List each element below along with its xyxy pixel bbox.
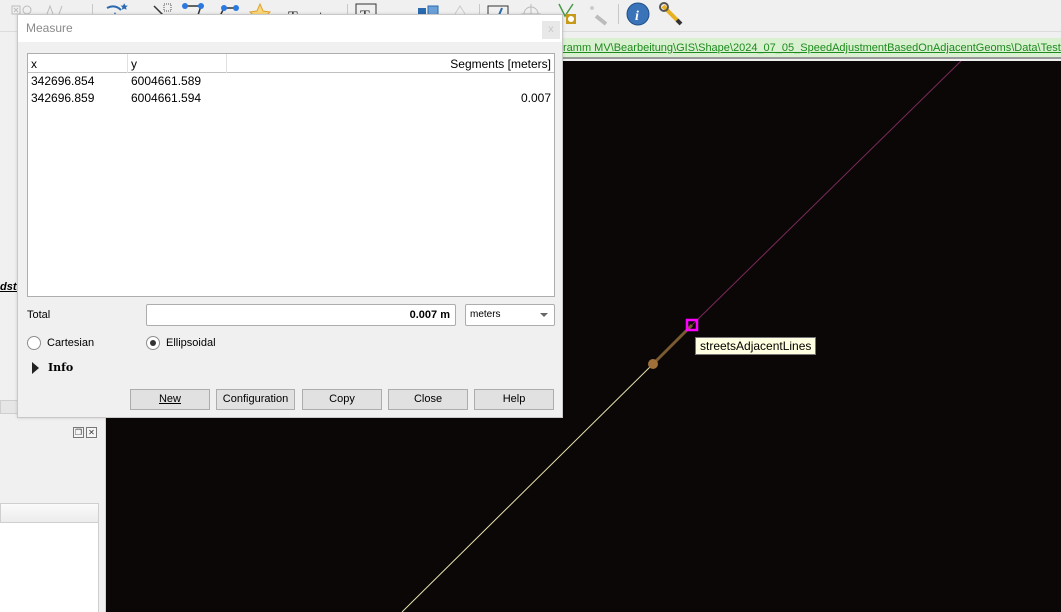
chevron-down-icon	[540, 313, 548, 317]
new-button[interactable]: New	[130, 389, 210, 410]
cartesian-radio[interactable]	[27, 336, 41, 350]
table-row[interactable]: 342696.854 6004661.589	[28, 73, 554, 90]
help-button-label: Help	[502, 393, 526, 405]
measure-dialog: Measure x x y Segments [meters] 342696.8…	[17, 14, 563, 418]
configuration-button-label: Configuration	[222, 393, 289, 405]
info-icon[interactable]: i	[626, 2, 650, 26]
copy-button-label: Copy	[329, 393, 355, 405]
cell-x: 342696.859	[31, 91, 95, 105]
snap-tooltip: streetsAdjacentLines	[695, 337, 817, 355]
cell-segment: 0.007	[520, 91, 551, 105]
units-dropdown[interactable]: meters	[465, 304, 555, 326]
cell-y: 6004661.594	[131, 91, 202, 105]
dialog-close-icon[interactable]: x	[542, 21, 560, 39]
cell-y: 6004661.589	[131, 74, 202, 88]
table-row[interactable]: 342696.859 6004661.594 0.007	[28, 90, 554, 107]
file-path-link[interactable]: ramm MV\Bearbeitung\GIS\Shape\2024_07_05…	[560, 42, 1061, 54]
magenta-street-line	[691, 61, 962, 326]
panel-controls: ❐ ✕	[71, 425, 97, 438]
float-panel-icon[interactable]: ❐	[73, 427, 84, 438]
close-button[interactable]: Close	[388, 389, 468, 410]
panel-list-body	[0, 523, 99, 612]
column-header-y[interactable]: y	[128, 54, 227, 73]
info-expand-icon[interactable]	[32, 362, 39, 374]
column-header-segments[interactable]: Segments [meters]	[227, 54, 554, 73]
dialog-titlebar[interactable]: Measure x	[18, 15, 562, 42]
dialog-title: Measure	[26, 21, 73, 35]
configuration-button[interactable]: Configuration	[216, 389, 295, 410]
help-button[interactable]: Help	[474, 389, 554, 410]
cell-x: 342696.854	[31, 74, 95, 88]
ellipsoidal-radio[interactable]	[146, 336, 160, 350]
info-section-label[interactable]: Info	[48, 361, 73, 374]
measure-table: x y Segments [meters] 342696.854 6004661…	[27, 53, 555, 297]
total-value-field[interactable]: 0.007 m	[146, 304, 456, 326]
close-button-label: Close	[413, 393, 443, 405]
units-selected-value: meters	[470, 309, 501, 320]
cartesian-label[interactable]: Cartesian	[47, 337, 94, 349]
copy-button[interactable]: Copy	[302, 389, 382, 410]
measure-start-vertex	[648, 359, 658, 369]
toolbar-separator	[618, 4, 619, 24]
file-path-bar: ramm MV\Bearbeitung\GIS\Shape\2024_07_05…	[560, 38, 1061, 59]
close-panel-icon[interactable]: ✕	[86, 427, 97, 438]
panel-list-header	[0, 503, 99, 523]
new-button-label: New	[158, 393, 181, 405]
ellipsoidal-label[interactable]: Ellipsoidal	[166, 337, 216, 349]
column-header-x[interactable]: x	[28, 54, 128, 73]
identify-disabled-icon[interactable]	[588, 2, 612, 26]
table-header: x y Segments [meters]	[28, 54, 554, 73]
settings-wrench-icon[interactable]	[659, 2, 683, 26]
total-label: Total	[27, 309, 51, 321]
svg-text:i: i	[635, 9, 639, 24]
